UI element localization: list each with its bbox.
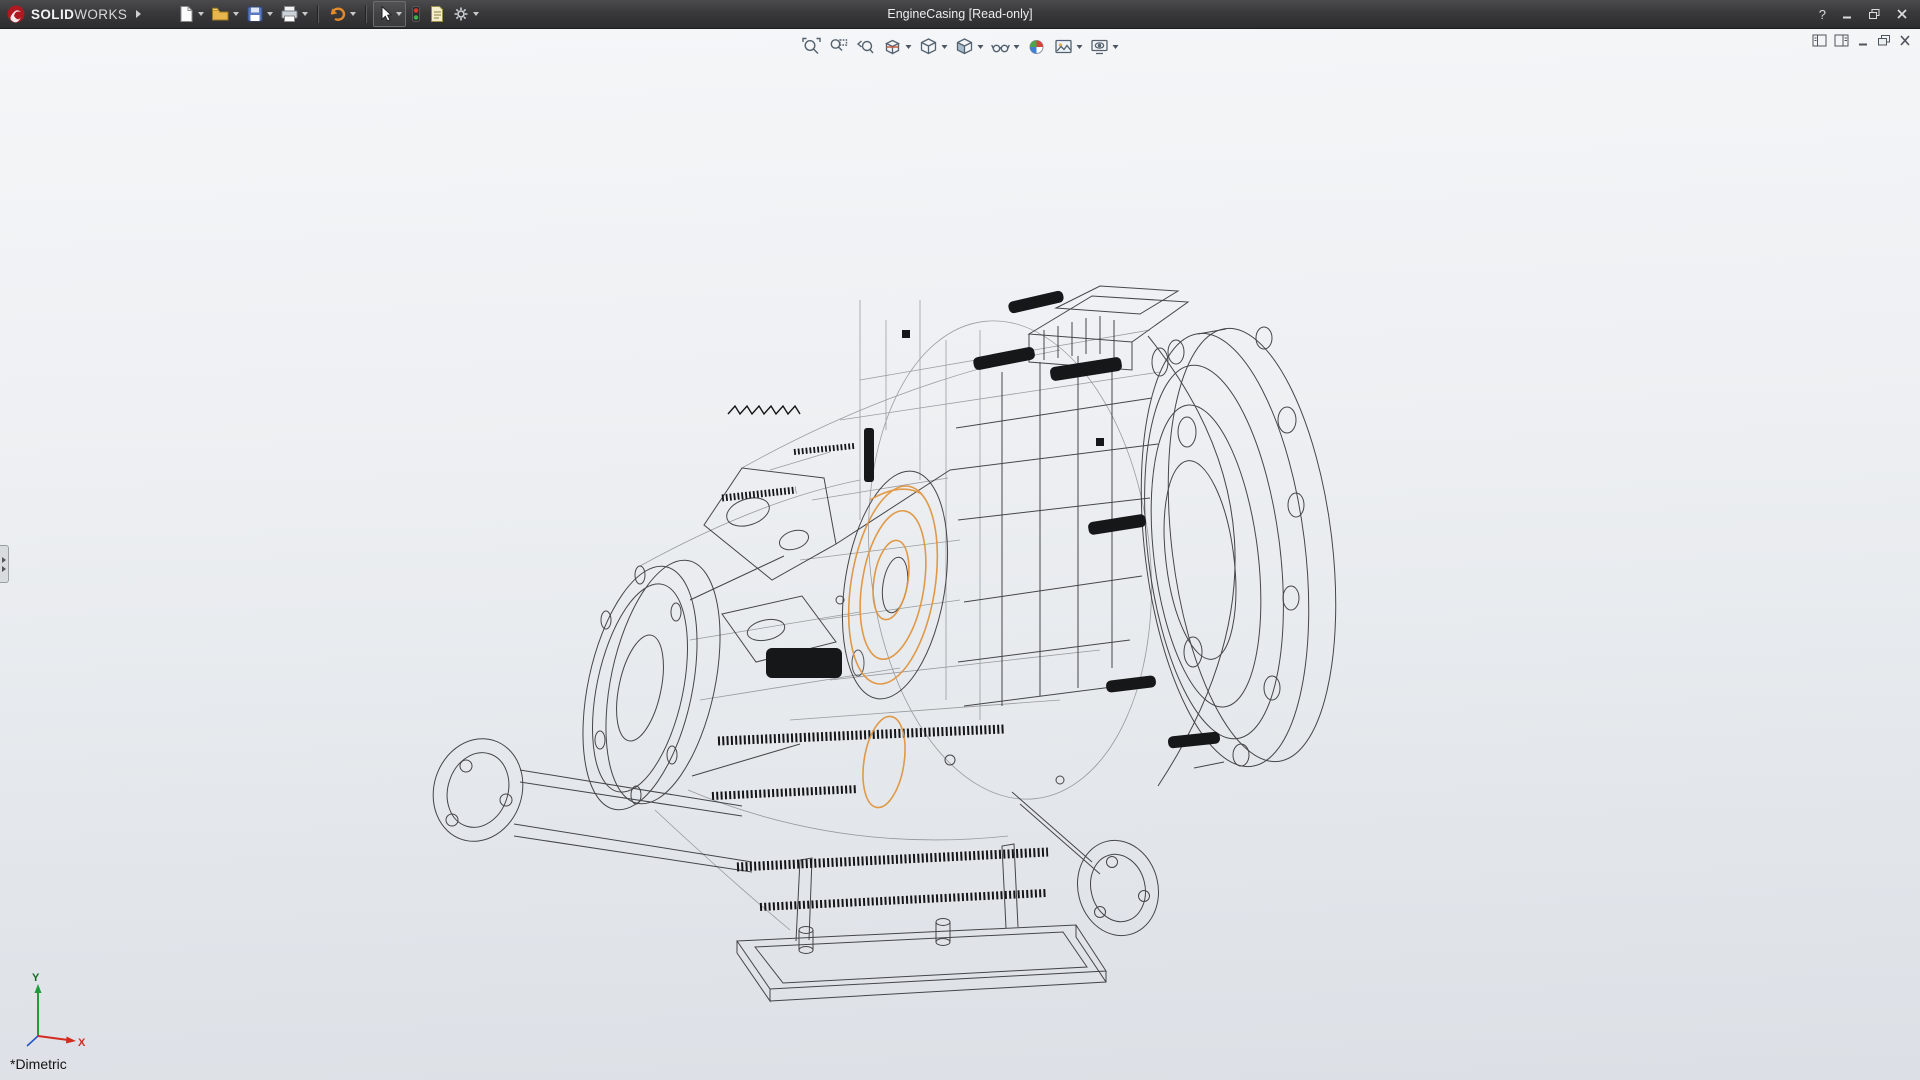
undo-button[interactable] — [325, 2, 359, 26]
graphics-area[interactable] — [0, 28, 1920, 1080]
standard-toolbar — [175, 0, 482, 28]
previous-view-icon — [856, 37, 876, 57]
featuremanager-collapsed-tab[interactable] — [0, 545, 9, 583]
new-document-icon — [178, 5, 195, 23]
options-gear-icon — [452, 5, 470, 23]
file-properties-icon — [429, 5, 445, 23]
document-close-button[interactable] — [1898, 34, 1912, 47]
select-button[interactable] — [373, 1, 406, 27]
window-controls: ? — [1819, 7, 1920, 22]
menu-expand-icon[interactable] — [136, 10, 141, 18]
hide-show-items-button[interactable] — [990, 36, 1021, 58]
apply-scene-icon — [1054, 37, 1074, 57]
edit-appearance-button[interactable] — [1026, 36, 1048, 58]
document-window-controls — [1812, 34, 1912, 47]
title-bar: SOLIDWORKS — [0, 0, 1920, 29]
zoom-to-area-button[interactable] — [828, 36, 850, 58]
view-orientation-cube-icon — [919, 37, 939, 57]
print-button[interactable] — [277, 2, 311, 26]
toolbar-separator — [365, 5, 367, 23]
display-pane-icon — [1834, 34, 1849, 47]
previous-view-button[interactable] — [855, 36, 877, 58]
minimize-icon — [1841, 8, 1853, 20]
document-minimize-button[interactable] — [1856, 34, 1870, 47]
close-icon — [1896, 8, 1908, 20]
view-settings-icon — [1090, 37, 1110, 57]
hide-show-items-dropdown-icon[interactable] — [1014, 45, 1020, 49]
view-settings-button[interactable] — [1089, 36, 1120, 58]
undo-icon — [328, 5, 347, 23]
open-folder-icon — [211, 5, 230, 23]
document-restore-button[interactable] — [1877, 34, 1891, 47]
save-dropdown-icon[interactable] — [267, 12, 273, 16]
zoom-to-fit-button[interactable] — [801, 36, 823, 58]
view-orientation-dropdown-icon[interactable] — [942, 45, 948, 49]
solidworks-logo-icon — [6, 4, 26, 24]
edit-appearance-ball-icon — [1027, 37, 1047, 57]
section-view-dropdown-icon[interactable] — [906, 45, 912, 49]
display-style-icon — [955, 37, 975, 57]
open-dropdown-icon[interactable] — [233, 12, 239, 16]
section-view-button[interactable] — [882, 36, 913, 58]
display-style-dropdown-icon[interactable] — [978, 45, 984, 49]
zoom-to-area-icon — [829, 37, 849, 57]
save-icon — [246, 5, 264, 23]
print-dropdown-icon[interactable] — [302, 12, 308, 16]
undo-dropdown-icon[interactable] — [350, 12, 356, 16]
view-settings-dropdown-icon[interactable] — [1113, 45, 1119, 49]
reference-triad: Y X — [14, 972, 94, 1056]
view-orientation-label: *Dimetric — [10, 1056, 67, 1072]
featuremanager-pane-icon — [1812, 34, 1827, 47]
zoom-to-fit-icon — [802, 37, 822, 57]
help-button[interactable]: ? — [1819, 7, 1826, 22]
display-style-button[interactable] — [954, 36, 985, 58]
app-name: SOLIDWORKS — [31, 7, 127, 22]
options-dropdown-icon[interactable] — [473, 12, 479, 16]
expand-panel-arrow-icon — [2, 566, 6, 572]
app-brand: SOLIDWORKS — [0, 4, 149, 24]
rebuild-stoplight-icon — [410, 5, 422, 23]
file-properties-button[interactable] — [426, 2, 448, 26]
headsup-view-toolbar — [801, 36, 1120, 58]
view-orientation-button[interactable] — [918, 36, 949, 58]
section-view-icon — [883, 37, 903, 57]
print-icon — [280, 5, 299, 23]
window-minimize-button[interactable] — [1841, 8, 1853, 20]
apply-scene-dropdown-icon[interactable] — [1077, 45, 1083, 49]
hide-show-glasses-icon — [991, 37, 1011, 57]
new-document-dropdown-icon[interactable] — [198, 12, 204, 16]
save-button[interactable] — [243, 2, 276, 26]
restore-icon — [1868, 8, 1881, 20]
open-button[interactable] — [208, 2, 242, 26]
options-button[interactable] — [449, 2, 482, 26]
rebuild-button[interactable] — [407, 2, 425, 26]
toolbar-separator — [317, 5, 319, 23]
select-dropdown-icon[interactable] — [396, 12, 402, 16]
document-close-icon — [1898, 34, 1912, 47]
document-restore-icon — [1877, 34, 1891, 47]
display-pane-button[interactable] — [1834, 34, 1849, 47]
window-restore-button[interactable] — [1868, 8, 1881, 20]
featuremanager-pane-button[interactable] — [1812, 34, 1827, 47]
triad-x-label: X — [78, 1037, 86, 1049]
apply-scene-button[interactable] — [1053, 36, 1084, 58]
window-close-button[interactable] — [1896, 8, 1908, 20]
expand-panel-arrow-icon — [2, 557, 6, 563]
new-document-button[interactable] — [175, 2, 207, 26]
select-arrow-icon — [377, 5, 393, 23]
triad-y-label: Y — [32, 972, 40, 984]
document-minimize-icon — [1856, 34, 1870, 47]
